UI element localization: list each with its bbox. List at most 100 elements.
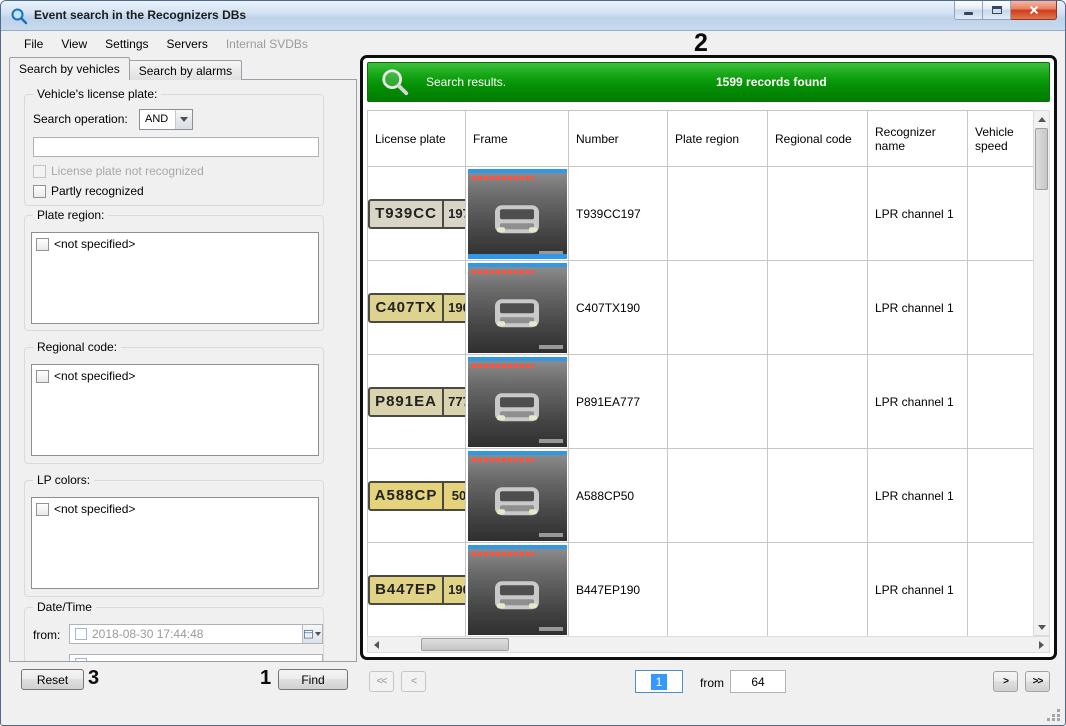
title-bar[interactable]: Event search in the Recognizers DBs: [1, 1, 1065, 31]
menu-item-view[interactable]: View: [52, 32, 96, 55]
reset-button[interactable]: Reset: [21, 669, 84, 690]
checkbox-icon[interactable]: [33, 185, 46, 198]
recognizer-name-cell: LPR channel 1: [868, 355, 968, 449]
horizontal-scrollbar[interactable]: [367, 636, 1050, 653]
regional-code-listbox[interactable]: <not specified>: [31, 364, 319, 456]
checkbox-icon[interactable]: [36, 503, 49, 516]
date-enable-checkbox[interactable]: [75, 628, 87, 640]
scroll-left-button[interactable]: [368, 637, 384, 652]
group-regional-code: Regional code: <not specified>: [24, 347, 324, 464]
table-header-row: License plate Frame Number Plate region …: [368, 111, 1033, 167]
vertical-scrollbar[interactable]: [1033, 110, 1050, 636]
column-header-number[interactable]: Number: [569, 111, 668, 167]
resize-grip[interactable]: [1047, 707, 1061, 721]
vertical-scrollbar-thumb[interactable]: [1035, 128, 1048, 190]
from-datetime-picker[interactable]: 2018-08-30 17:44:48: [69, 624, 323, 644]
last-page-button[interactable]: >>: [1025, 671, 1050, 692]
listbox-item-label: <not specified>: [54, 502, 135, 516]
arrow-right-icon: [1039, 641, 1044, 649]
listbox-item-not-specified[interactable]: <not specified>: [32, 233, 318, 255]
license-plate-image: T939CC 197: [368, 199, 466, 229]
magnifier-icon: [380, 67, 410, 97]
license-plate-image: C407TX 190: [368, 293, 466, 323]
menu-item-settings[interactable]: Settings: [96, 32, 157, 55]
horizontal-scrollbar-thumb[interactable]: [421, 638, 509, 651]
plate-region-cell: [668, 543, 768, 636]
checkbox-partly-recognized[interactable]: Partly recognized: [33, 184, 144, 198]
column-header-license-plate[interactable]: License plate: [368, 111, 466, 167]
license-plate-cell: A588CP 50: [368, 449, 466, 543]
pagination-from-label: from: [700, 676, 724, 690]
annotation-label-2: 2: [694, 29, 708, 58]
close-button[interactable]: [1011, 1, 1057, 20]
menu-item-file[interactable]: File: [15, 32, 52, 55]
date-enable-checkbox[interactable]: [75, 658, 87, 662]
vehicle-speed-cell: [968, 261, 1033, 355]
table-row[interactable]: B447EP 190 B447EP190 LPR chan: [368, 543, 1033, 636]
table-row[interactable]: P891EA 777 P891EA777 LPR chan: [368, 355, 1033, 449]
vehicle-silhouette: [489, 197, 545, 239]
previous-page-button[interactable]: <: [401, 671, 426, 692]
checkbox-icon[interactable]: [36, 370, 49, 383]
total-pages-value: 64: [751, 675, 764, 689]
to-datetime-picker[interactable]: [69, 654, 323, 662]
recognizer-name-cell: LPR channel 1: [868, 167, 968, 261]
menu-item-servers[interactable]: Servers: [158, 32, 217, 55]
frame-selection-bar-top: [468, 357, 567, 361]
listbox-item-not-specified[interactable]: <not specified>: [32, 365, 318, 387]
tab-strip: Search by vehicles Search by alarms: [9, 57, 242, 80]
frame-thumbnail[interactable]: [468, 263, 567, 353]
checkbox-icon[interactable]: [36, 238, 49, 251]
column-header-recognizer-name[interactable]: Recognizer name: [868, 111, 968, 167]
page-number-input[interactable]: 1: [635, 670, 683, 693]
plate-region-text: 190: [442, 295, 466, 321]
results-table-body: T939CC 197 T939CC197 LPR chan: [368, 167, 1033, 636]
table-row[interactable]: A588CP 50 A588CP50 LPR channe: [368, 449, 1033, 543]
find-button[interactable]: Find: [278, 669, 348, 690]
table-row[interactable]: C407TX 190 C407TX190 LPR chan: [368, 261, 1033, 355]
combo-dropdown-button[interactable]: [175, 110, 192, 129]
camera-label-mark: [539, 345, 563, 349]
results-table: License plate Frame Number Plate region …: [367, 110, 1033, 636]
column-header-plate-region[interactable]: Plate region: [668, 111, 768, 167]
column-header-regional-code[interactable]: Regional code: [768, 111, 868, 167]
plate-region-listbox[interactable]: <not specified>: [31, 232, 319, 324]
arrow-down-icon: [1038, 625, 1046, 630]
column-header-vehicle-speed[interactable]: Vehicle speed: [968, 111, 1033, 167]
frame-timestamp-marks: [472, 270, 534, 274]
scroll-down-button[interactable]: [1034, 619, 1049, 635]
tab-search-by-vehicles[interactable]: Search by vehicles: [9, 57, 130, 80]
scroll-right-button[interactable]: [1033, 637, 1049, 652]
frame-thumbnail[interactable]: [468, 451, 567, 541]
regional-code-cell: [768, 355, 868, 449]
plate-region-cell: [668, 355, 768, 449]
frame-selection-bar-top: [468, 545, 567, 549]
calendar-dropdown-button[interactable]: [302, 625, 322, 643]
listbox-item-label: <not specified>: [54, 237, 135, 251]
frame-timestamp-marks: [472, 552, 534, 556]
maximize-button[interactable]: [983, 1, 1011, 20]
minimize-button[interactable]: [954, 1, 983, 20]
window-title: Event search in the Recognizers DBs: [34, 1, 246, 30]
camera-label-mark: [539, 533, 563, 537]
table-row[interactable]: T939CC 197 T939CC197 LPR chan: [368, 167, 1033, 261]
frame-thumbnail[interactable]: [468, 545, 567, 635]
frame-cell: [466, 543, 569, 636]
frame-thumbnail[interactable]: [468, 357, 567, 447]
tab-search-by-alarms[interactable]: Search by alarms: [130, 60, 242, 80]
next-page-button[interactable]: >: [993, 671, 1018, 692]
frame-thumbnail[interactable]: [468, 169, 567, 259]
combo-value: AND: [140, 110, 175, 129]
maximize-icon: [992, 6, 1002, 14]
checkbox-license-plate-not-recognized: License plate not recognized: [33, 164, 204, 178]
camera-label-mark: [539, 627, 563, 631]
license-plate-input[interactable]: [33, 137, 319, 157]
first-page-button[interactable]: <<: [369, 671, 394, 692]
from-label: from:: [33, 628, 60, 642]
column-header-frame[interactable]: Frame: [466, 111, 569, 167]
lp-colors-listbox[interactable]: <not specified>: [31, 497, 319, 589]
total-pages-box: 64: [730, 670, 786, 693]
listbox-item-not-specified[interactable]: <not specified>: [32, 498, 318, 520]
search-operation-combo[interactable]: AND: [139, 109, 193, 130]
scroll-up-button[interactable]: [1034, 111, 1049, 127]
